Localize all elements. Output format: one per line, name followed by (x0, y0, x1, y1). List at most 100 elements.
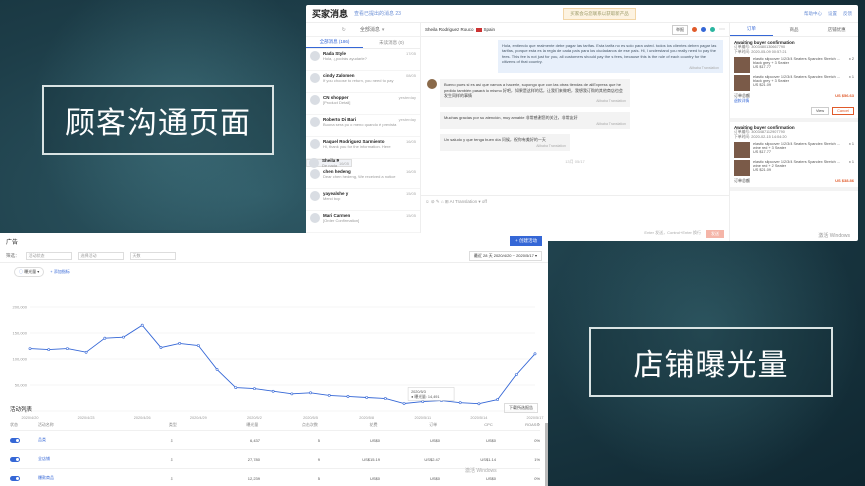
send-button[interactable]: 发送 (706, 230, 724, 238)
report-button[interactable]: 举报 (672, 24, 688, 35)
campaign-name[interactable]: 全店铺 (38, 456, 170, 462)
data-point[interactable] (215, 368, 219, 371)
cancel-order-button[interactable]: Cancel (832, 107, 854, 115)
create-campaign-button[interactable]: + 创建活动 (510, 236, 542, 246)
data-point[interactable] (365, 396, 369, 399)
refund-details-link[interactable]: 退款详情 (734, 99, 854, 104)
conversation-item[interactable]: Roberto Di Bari Buona sera pu o meno quan… (306, 115, 420, 137)
data-point[interactable] (290, 392, 294, 396)
download-icon[interactable]: ⇩ (170, 476, 210, 481)
data-point[interactable] (346, 395, 350, 398)
col-orders[interactable]: 订单 (378, 422, 437, 428)
tab-unread-messages[interactable]: 未读消息 (0) (363, 37, 420, 48)
download-icon[interactable]: ⇩ (170, 438, 210, 443)
col-cpc[interactable]: CPC (437, 422, 492, 427)
days-select[interactable]: 天数 (129, 251, 176, 260)
data-point[interactable] (309, 391, 312, 395)
data-point[interactable] (122, 335, 125, 339)
conversation-item[interactable]: Mari Carmen [Order Confirmation] 15/05 (306, 211, 420, 233)
message-time: 16/05 (405, 139, 416, 144)
tab-orders[interactable]: 订单 (730, 23, 773, 36)
refresh-icon[interactable]: ↻ (342, 27, 346, 33)
last-message: [Product Detail] (323, 100, 351, 105)
feedback-link[interactable]: 反馈 (843, 11, 852, 17)
product-desc[interactable]: elastic slipcover 1/2/3/4 Seaters Spande… (753, 160, 846, 168)
campaign-table: 状态 活动名称 类型 曝光量 点击次数 花费 订单 CPC ROAS ⚙ 品类 ⇩… (10, 419, 540, 486)
status-icon-blue[interactable] (701, 27, 706, 32)
product-image (734, 57, 750, 73)
col-name: 活动名称 (37, 421, 54, 427)
data-point[interactable] (496, 398, 499, 401)
col-impressions[interactable]: 曝光量 (209, 422, 258, 428)
campaign-select[interactable]: 选择活动 (77, 251, 124, 260)
tab-store-coupons[interactable]: 店铺优惠 (815, 23, 858, 36)
conversation-item[interactable]: Rada Style Hola, ¿podrás ayudarle? 17/05 (306, 49, 420, 71)
series-line-impressions (29, 324, 536, 405)
data-point[interactable] (253, 387, 256, 391)
tab-all-messages[interactable]: 全部消息 (186) (306, 37, 363, 48)
data-point[interactable] (514, 373, 518, 377)
view-order-button[interactable]: View (811, 107, 830, 115)
status-select[interactable]: 活动状态 (25, 251, 72, 260)
date-range-picker[interactable]: 最近 28 天 2020/4/20 ~ 2020/5/17 ▾ (468, 250, 542, 261)
data-point[interactable] (533, 352, 537, 356)
campaign-name[interactable]: 品类 (38, 437, 170, 443)
data-point[interactable] (178, 342, 182, 345)
campaign-name[interactable]: 爆款商品 (38, 475, 170, 481)
product-desc[interactable]: elastic slipcover 1/2/3/4 Seaters Spande… (753, 142, 846, 150)
settings-gear-icon[interactable]: ⚙ (536, 422, 540, 427)
download-icon[interactable]: ⇩ (170, 457, 210, 462)
product-qty: x 1 (848, 142, 854, 146)
data-point[interactable] (421, 400, 425, 404)
data-point[interactable] (196, 344, 200, 347)
data-point[interactable] (477, 402, 481, 406)
chat-subtitle[interactable]: 查看已提出的消息 23 (354, 10, 401, 17)
more-icon[interactable]: ⋯ (719, 26, 725, 33)
campaign-toggle[interactable] (10, 456, 20, 462)
conversation-item[interactable]: CN shopper [Product Detail] yesterday (306, 93, 420, 115)
conversation-item[interactable]: yayealshe y Merci bcp 15/05 (306, 189, 420, 211)
data-point[interactable] (458, 401, 462, 405)
campaign-toggle[interactable] (10, 437, 20, 443)
composer-toolbar[interactable]: ☺ ⊘ ✎ ⌂ ⊞ AI Translation ▾ off (425, 199, 725, 205)
message-time: 08/05 (405, 73, 416, 78)
order-item: elastic slipcover 1/2/3/4 Seaters Spande… (734, 160, 854, 176)
message-text: Hola, entiendo que realmente debe pagar … (502, 43, 717, 65)
data-point[interactable] (84, 350, 88, 354)
data-point[interactable] (383, 397, 387, 400)
add-metric-link[interactable]: + 添加指标 (50, 269, 69, 275)
data-point[interactable] (234, 386, 238, 390)
scrollbar[interactable] (545, 423, 548, 486)
data-point[interactable] (140, 323, 144, 327)
conversation-item[interactable]: cindy Zalomen If you choose to return, yo… (306, 71, 420, 93)
settings-link[interactable]: 设置 (828, 11, 837, 17)
conversation-item[interactable]: Raquel Rodriguez Sarmiento Hi, thank you … (306, 137, 420, 159)
campaign-toggle[interactable] (10, 475, 20, 481)
data-point[interactable] (28, 347, 32, 351)
conversation-item[interactable]: Sheila Rodriguez RoucoDe nada16/05 (306, 158, 352, 168)
download-report-button[interactable]: 下载所选报告 (504, 403, 538, 413)
status-icon-red[interactable] (692, 27, 697, 32)
data-point[interactable] (271, 389, 275, 393)
col-spend[interactable]: 花费 (318, 422, 378, 428)
avatar (310, 213, 320, 223)
tab-products[interactable]: 商品 (773, 23, 816, 36)
data-point[interactable] (103, 336, 107, 340)
chat-notice-banner: 买家会与您联系以获取新产品 (563, 7, 636, 20)
conversation-item[interactable]: chen hedeng Dear chen hedeng, We received… (306, 167, 420, 189)
conversation-filter[interactable]: ↻ 全部消息 ▾ (306, 23, 420, 37)
data-point[interactable] (159, 346, 163, 349)
data-point[interactable] (66, 347, 69, 351)
help-link[interactable]: 帮助中心 (804, 11, 822, 17)
metric-selector[interactable]: ◯ 曝光量 ▾ (14, 267, 45, 277)
date-range-value: 2020/4/20 ~ 2020/5/17 (493, 252, 534, 258)
data-point[interactable] (402, 402, 406, 405)
product-desc[interactable]: elastic slipcover 1/2/3/4 Seaters Spande… (753, 57, 846, 65)
status-icon-green[interactable] (710, 27, 715, 32)
product-desc[interactable]: elastic slipcover 1/2/3/4 Seaters Spande… (753, 75, 846, 83)
col-clicks[interactable]: 点击次数 (258, 422, 318, 428)
col-roas[interactable]: ROAS (493, 422, 536, 427)
data-point[interactable] (47, 348, 51, 352)
cell-roas: 0% (534, 437, 540, 443)
data-point[interactable] (327, 394, 331, 397)
